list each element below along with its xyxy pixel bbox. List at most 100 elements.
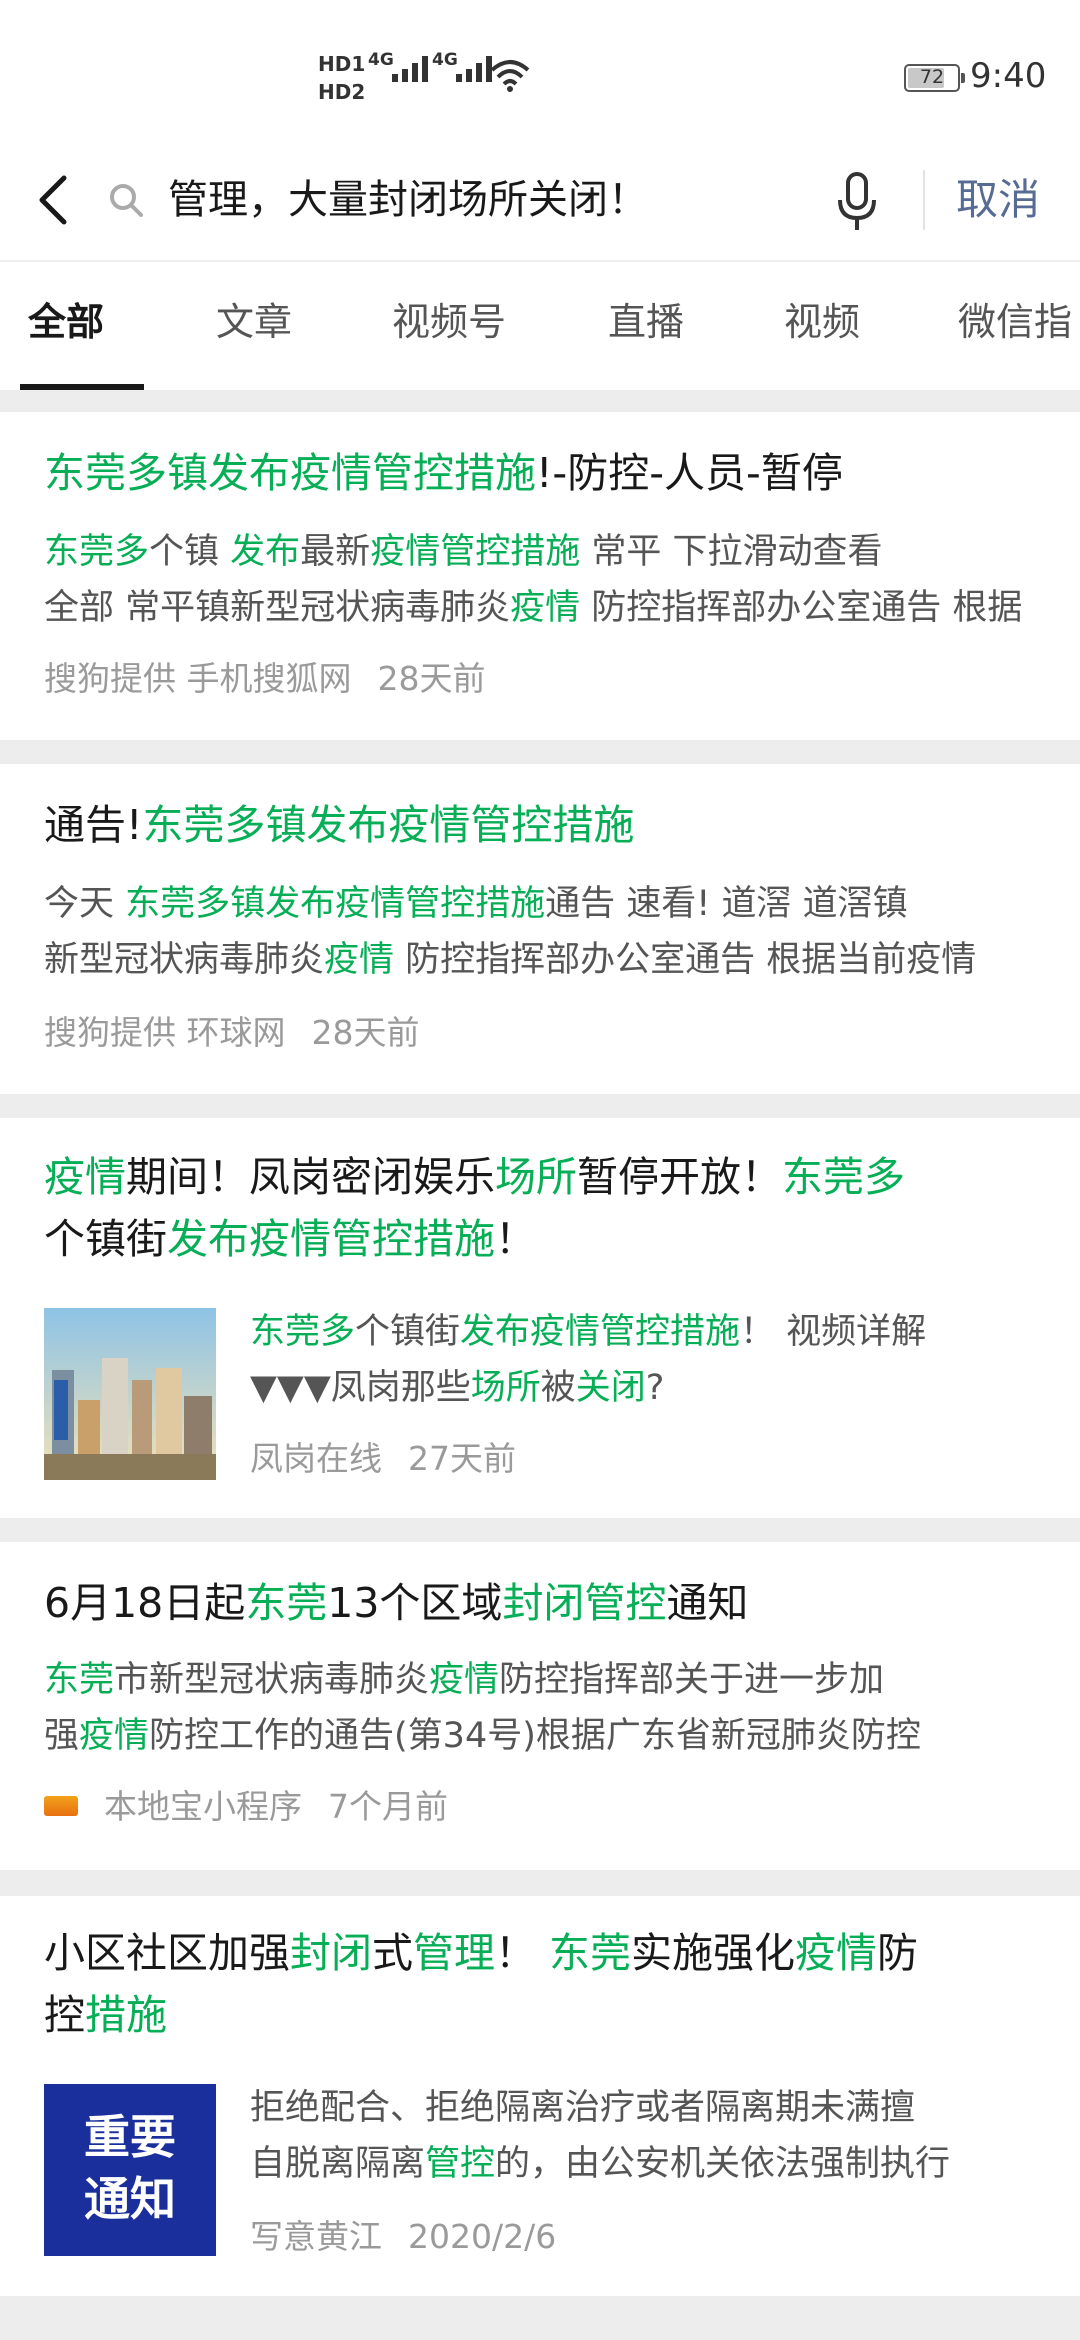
tab-channels[interactable]: 视频号	[392, 262, 506, 390]
text-segment: 常平 下拉滑动查看	[580, 532, 883, 572]
result-snippet: 东莞市新型冠状病毒肺炎疫情防控指挥部关于进一步加 强疫情防控工作的通告(第34号)…	[44, 1652, 1044, 1764]
highlight-text: 东莞多	[250, 1312, 356, 1352]
result-time: 7个月前	[328, 1787, 448, 1826]
result-snippet: 今天 东莞多镇发布疫情管控措施通告 速看! 道滘 道滘镇 新型冠状病毒肺炎疫情 防…	[44, 876, 1044, 988]
text-segment: 式	[372, 1929, 413, 1977]
result-meta: 本地宝小程序 7个月前	[44, 1782, 474, 1832]
cancel-button[interactable]: 取消	[956, 170, 1040, 230]
back-arrow-icon[interactable]	[28, 170, 78, 230]
tab-wechat-index[interactable]: 微信指	[958, 262, 1072, 390]
text-segment: 强	[44, 1716, 80, 1756]
text-segment: !-防控-人员-暂停	[536, 449, 843, 497]
net1-label: 4G	[368, 50, 394, 70]
result-source: 凤岗在线	[250, 1439, 382, 1478]
text-segment: 期间！凤岗密闭娱乐	[126, 1153, 495, 1201]
text-segment: 个镇街	[355, 1312, 461, 1352]
text-segment: ！	[495, 1215, 536, 1263]
result-snippet: 东莞多个镇街发布疫情管控措施！ 视频详解 ▼▼▼凤岗那些场所被关闭?	[250, 1304, 1040, 1416]
highlight-text: 场所	[470, 1368, 541, 1408]
snippet-line: ▼▼▼凤岗那些场所被关闭?	[250, 1360, 1040, 1416]
highlight-text: 疫情	[510, 588, 581, 628]
highlight-text: 东莞	[549, 1929, 632, 1977]
result-source: 写意黄江	[250, 2217, 382, 2256]
mini-program-logo-icon	[44, 1795, 78, 1816]
snippet-line: 东莞市新型冠状病毒肺炎疫情防控指挥部关于进一步加	[44, 1652, 1034, 1708]
snippet-line: 东莞多个镇街发布疫情管控措施！ 视频详解	[250, 1304, 1040, 1360]
snippet-line: 今天 东莞多镇发布疫情管控措施通告 速看! 道滘 道滘镇	[44, 876, 1034, 932]
highlight-text: 场所	[495, 1153, 577, 1201]
highlight-text: 发布疫情管控措施	[167, 1215, 495, 1263]
tab-all[interactable]: 全部	[28, 262, 104, 390]
net2-label: 4G	[432, 50, 458, 70]
result-meta: 搜狗提供 环球网 28天前	[44, 1008, 446, 1058]
result-card[interactable]: 小区社区加强封闭式管理！ 东莞实施强化疫情防 控措施 重要 通知 拒绝配合、拒绝隔…	[0, 1896, 1080, 2296]
snippet-line: 东莞多个镇 发布最新疫情管控措施 常平 下拉滑动查看	[44, 524, 1034, 580]
result-source: 搜狗提供 手机搜狐网	[44, 659, 352, 698]
result-title[interactable]: 6月18日起东莞13个区域封闭管控通知	[44, 1572, 1044, 1634]
result-title[interactable]: 东莞多镇发布疫情管控措施!-防控-人员-暂停	[44, 442, 1044, 504]
thumb-text-1: 重要	[84, 2110, 176, 2164]
text-segment: 自脱离隔离	[250, 2144, 426, 2184]
snippet-line: 新型冠状病毒肺炎疫情 防控指挥部办公室通告 根据当前疫情	[44, 932, 1034, 988]
result-source: 本地宝小程序	[104, 1787, 302, 1826]
highlight-text: 东莞多	[44, 532, 150, 572]
highlight-text: 疫情	[44, 1153, 126, 1201]
clock: 9:40	[970, 56, 1047, 96]
text-segment: 暂停开放！	[577, 1153, 782, 1201]
snippet-line: 拒绝配合、拒绝隔离治疗或者隔离期未满擅	[250, 2080, 1040, 2136]
result-meta: 搜狗提供 手机搜狐网 28天前	[44, 654, 512, 704]
snippet-line: 强疫情防控工作的通告(第34号)根据广东省新冠肺炎防控	[44, 1708, 1034, 1764]
highlight-text: 东莞	[245, 1579, 328, 1627]
highlight-text: 疫情管控措施	[370, 532, 581, 572]
highlight-text: 发布疫情管控措施	[460, 1312, 741, 1352]
thumb-text-2: 通知	[84, 2172, 176, 2226]
result-title[interactable]: 通告!东莞多镇发布疫情管控措施	[44, 794, 1044, 856]
text-segment: 今天	[44, 884, 126, 924]
highlight-text: 东莞	[44, 1660, 115, 1700]
result-card[interactable]: 东莞多镇发布疫情管控措施!-防控-人员-暂停 东莞多个镇 发布最新疫情管控措施 …	[0, 412, 1080, 740]
highlight-text: 措施	[85, 1991, 167, 2039]
text-segment: 的，由公安机关依法强制执行	[495, 2144, 951, 2184]
text-segment: 控	[44, 1991, 85, 2039]
text-segment: 防控指挥部办公室通告 根据当前疫情	[394, 940, 977, 980]
city-skyline-image	[44, 1308, 216, 1480]
microphone-icon[interactable]	[834, 170, 880, 234]
result-meta: 凤岗在线 27天前	[250, 1434, 542, 1484]
hd-indicator: HD1 HD2	[318, 50, 365, 106]
text-segment: 个镇街	[44, 1215, 167, 1263]
text-segment: 通告!	[44, 801, 143, 849]
result-snippet: 拒绝配合、拒绝隔离治疗或者隔离期未满擅 自脱离隔离管控的，由公安机关依法强制执行	[250, 2080, 1040, 2192]
highlight-text: 封闭管控	[502, 1579, 667, 1627]
text-segment: ▼▼▼凤岗那些	[250, 1368, 471, 1408]
text-segment: 通知	[666, 1579, 749, 1627]
result-title[interactable]: 疫情期间！凤岗密闭娱乐场所暂停开放！东莞多 个镇街发布疫情管控措施！	[44, 1146, 1044, 1270]
filter-tabs: 全部 文章 视频号 直播 视频 微信指	[0, 260, 1080, 390]
text-segment: 实施强化	[631, 1929, 796, 1977]
tab-videos[interactable]: 视频	[784, 262, 860, 390]
text-segment: 小区社区加强	[44, 1929, 290, 1977]
result-card[interactable]: 通告!东莞多镇发布疫情管控措施 今天 东莞多镇发布疫情管控措施通告 速看! 道滘…	[0, 764, 1080, 1094]
text-segment: 个镇	[149, 532, 231, 572]
highlight-text: 发布	[230, 532, 301, 572]
divider	[923, 170, 925, 230]
result-time: 28天前	[311, 1013, 420, 1052]
highlight-text: 东莞多镇发布疫情管控措施	[44, 449, 536, 497]
result-time: 28天前	[377, 659, 486, 698]
text-segment: 6月18日起	[44, 1579, 246, 1627]
text-segment: 防控工作的通告(第34号)根据广东省新冠肺炎防控	[149, 1716, 921, 1756]
signal-2-icon: 4G	[432, 50, 492, 82]
result-card[interactable]: 6月18日起东莞13个区域封闭管控通知 东莞市新型冠状病毒肺炎疫情防控指挥部关于…	[0, 1542, 1080, 1870]
text-segment: 拒绝配合、拒绝隔离治疗或者隔离期未满擅	[250, 2088, 916, 2128]
result-title[interactable]: 小区社区加强封闭式管理！ 东莞实施强化疫情防 控措施	[44, 1922, 1044, 2046]
highlight-text: 封闭	[290, 1929, 372, 1977]
search-bar: 管理，大量封闭场所关闭！ 取消	[0, 140, 1080, 260]
highlight-text: 疫情	[324, 940, 395, 980]
text-segment: 防控指挥部关于进一步加	[499, 1660, 885, 1700]
tab-articles[interactable]: 文章	[216, 262, 292, 390]
result-thumbnail	[44, 1308, 216, 1480]
search-input[interactable]: 管理，大量封闭场所关闭！	[168, 170, 808, 230]
highlight-text: 疫情	[795, 1929, 878, 1977]
result-card[interactable]: 疫情期间！凤岗密闭娱乐场所暂停开放！东莞多 个镇街发布疫情管控措施！ 东莞多个镇街…	[0, 1118, 1080, 1518]
tab-live[interactable]: 直播	[608, 262, 684, 390]
highlight-text: 疫情	[429, 1660, 500, 1700]
